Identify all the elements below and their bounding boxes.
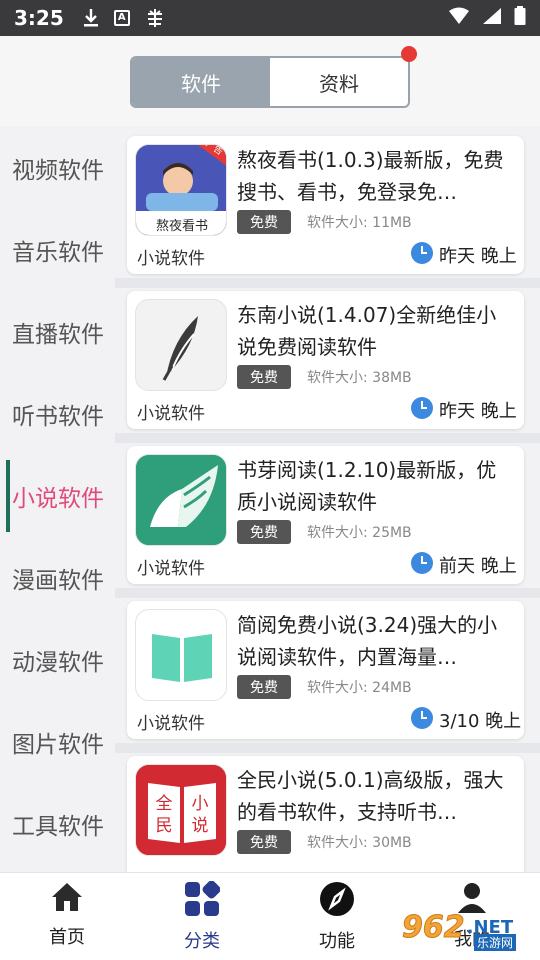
app-size: 软件大小: 38MB [307,370,412,386]
category-sidebar: 视频软件 音乐软件 直播软件 听书软件 小说软件 漫画软件 动漫软件 图片软件 … [0,126,115,872]
app-category: 小说软件 [137,249,205,269]
nav-features-label: 功能 [319,931,355,952]
svg-text:全: 全 [156,794,173,814]
app-title: 东南小说(1.4.07)全新绝佳小说免费阅读软件 [237,303,497,359]
notification-dot [401,46,417,62]
clock-icon [411,552,433,574]
status-time: 3:25 [14,6,64,30]
nav-category[interactable]: 分类 [152,880,252,953]
bug-icon [144,7,166,29]
update-time: 昨天 晚上 [439,401,517,422]
compass-icon [319,881,355,921]
svg-text:小: 小 [192,794,209,814]
quanmin-book-icon: 全 小 民 说 [135,764,227,856]
free-badge: 免费 [237,210,291,234]
app-card[interactable]: 简阅免费小说(3.24)强大的小说阅读软件，内置海量… 免费 软件大小: 24M… [127,601,524,739]
nav-features[interactable]: 功能 [287,881,387,953]
nav-home-label: 首页 [49,927,85,948]
leaf-book-icon [135,454,227,546]
wifi-icon [448,7,470,29]
app-title: 简阅免费小说(3.24)强大的小说阅读软件，内置海量… [237,613,498,669]
app-category: 小说软件 [137,559,205,579]
category-audiobook[interactable]: 听书软件 [0,384,115,444]
home-icon [50,881,84,917]
category-live[interactable]: 直播软件 [0,302,115,362]
app-title: 全民小说(5.0.1)高级版，强大的看书软件，支持听书… [237,768,504,824]
watermark-number: 962 [402,909,466,945]
divider [115,433,540,443]
app-card[interactable]: 东南小说(1.4.07)全新绝佳小说免费阅读软件 免费 软件大小: 38MB 小… [127,291,524,429]
app-size: 软件大小: 24MB [307,680,412,696]
battery-icon [514,6,526,30]
divider [115,278,540,288]
app-notification-icon: A [113,10,130,26]
category-anime[interactable]: 动漫软件 [0,630,115,690]
app-category: 小说软件 [137,404,205,424]
free-badge: 免费 [237,520,291,544]
segmented-tabs: 软件 资料 [130,56,410,108]
watermark-logo: 962 .NET 乐游网 [402,904,530,951]
app-category: 小说软件 [137,714,205,734]
status-bar: 3:25 A [0,0,540,36]
category-icon [184,880,221,921]
app-size: 软件大小: 25MB [307,525,412,541]
app-size: 软件大小: 11MB [307,215,412,231]
aoye-book-icon: 熬夜看书 无广告 [135,144,227,236]
signal-icon [482,7,502,29]
app-card[interactable]: 书芽阅读(1.2.10)最新版，优质小说阅读软件 免费 软件大小: 25MB 小… [127,446,524,584]
clock-icon [411,242,433,264]
category-novel[interactable]: 小说软件 [0,466,115,526]
category-music[interactable]: 音乐软件 [0,220,115,280]
app-title: 书芽阅读(1.2.10)最新版，优质小说阅读软件 [237,458,497,514]
category-picture[interactable]: 图片软件 [0,712,115,772]
open-book-icon [135,609,227,701]
clock-icon [411,397,433,419]
watermark-sub: 乐游网 [474,934,517,951]
category-video[interactable]: 视频软件 [0,138,115,198]
feather-icon [135,299,227,391]
tab-software[interactable]: 软件 [132,58,270,106]
category-tools[interactable]: 工具软件 [0,794,115,854]
category-comic[interactable]: 漫画软件 [0,548,115,608]
update-time: 3/10 晚上 [439,711,522,732]
svg-text:熬夜看书: 熬夜看书 [156,218,208,234]
free-badge: 免费 [237,830,291,854]
svg-text:民: 民 [156,816,173,836]
app-size: 软件大小: 30MB [307,835,412,851]
app-title: 熬夜看书(1.0.3)最新版，免费搜书、看书，免登录免… [237,148,504,204]
header: 软件 资料 [0,36,540,126]
svg-text:说: 说 [192,816,209,836]
update-time: 昨天 晚上 [439,246,517,267]
free-badge: 免费 [237,675,291,699]
divider [115,588,540,598]
free-badge: 免费 [237,365,291,389]
clock-icon [411,707,433,729]
app-list: 熬夜看书 无广告 熬夜看书(1.0.3)最新版，免费搜书、看书，免登录免… 免费… [115,126,540,872]
tab-materials[interactable]: 资料 [270,58,408,106]
app-card[interactable]: 全 小 民 说 全民小说(5.0.1)高级版，强大的看书软件，支持听书… 免费 … [127,756,524,872]
divider [115,743,540,753]
download-icon [82,8,100,28]
nav-category-label: 分类 [184,931,220,952]
app-card[interactable]: 熬夜看书 无广告 熬夜看书(1.0.3)最新版，免费搜书、看书，免登录免… 免费… [127,136,524,274]
update-time: 前天 晚上 [439,556,517,577]
nav-home[interactable]: 首页 [17,881,117,953]
